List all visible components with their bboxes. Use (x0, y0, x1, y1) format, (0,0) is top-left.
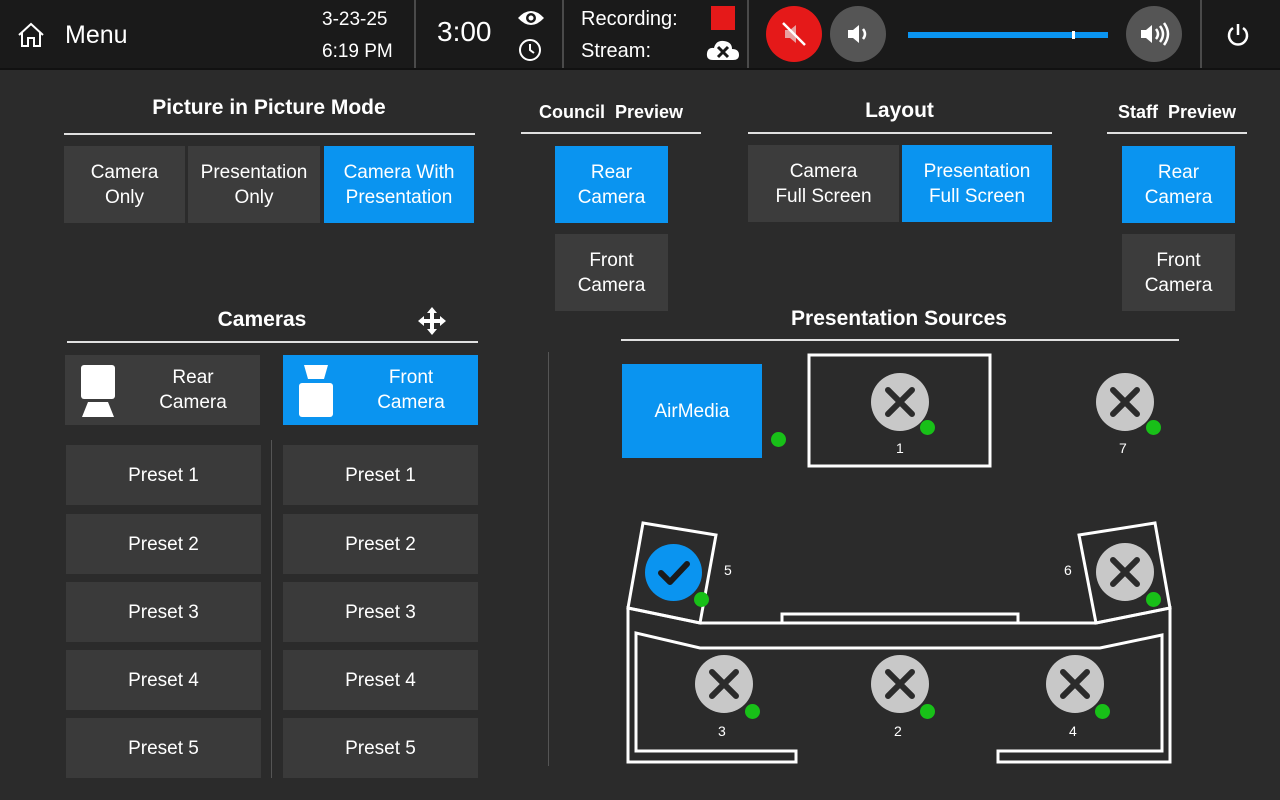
home-icon (18, 22, 44, 47)
presentation-sources-divider (621, 339, 1179, 341)
source-3-number: 3 (718, 723, 726, 739)
x-icon (709, 669, 739, 699)
rear-preset-3-button[interactable]: Preset 3 (66, 582, 261, 642)
speaker-high-icon (1141, 22, 1170, 46)
checkmark-icon (658, 561, 690, 585)
speaker-muted-icon (782, 22, 806, 46)
source-2-status-dot (920, 704, 935, 719)
top-bar: Menu 3-23-25 6:19 PM 3:00 Recording: Str… (0, 0, 1280, 70)
volume-slider-thumb[interactable] (1072, 31, 1075, 39)
pip-divider (64, 133, 475, 135)
staff-preview-divider (1107, 132, 1247, 134)
cameras-divider (67, 341, 478, 343)
rear-preset-2-button[interactable]: Preset 2 (66, 514, 261, 574)
cloud-off-icon (706, 40, 739, 60)
staff-preview-title: Staff Preview (1117, 102, 1237, 122)
source-4-number: 4 (1069, 723, 1077, 739)
source-4-status-dot (1095, 704, 1110, 719)
x-icon (1110, 387, 1140, 417)
power-icon[interactable] (1225, 22, 1251, 48)
timer-text: 3:00 (437, 16, 492, 47)
clock-icon[interactable] (518, 38, 542, 62)
layout-title: Layout (865, 99, 934, 122)
rear-preset-4-button[interactable]: Preset 4 (66, 650, 261, 710)
source-7-button[interactable] (1096, 373, 1154, 431)
x-icon (885, 669, 915, 699)
front-camera-select-button[interactable]: Front Camera (283, 355, 478, 425)
time-text: 6:19 PM (322, 41, 393, 62)
source-4-button[interactable] (1046, 655, 1104, 713)
front-preset-1-button[interactable]: Preset 1 (283, 445, 478, 505)
front-preset-2-button[interactable]: Preset 2 (283, 514, 478, 574)
source-1-number: 1 (896, 440, 904, 456)
pip-title: Picture in Picture Mode (152, 96, 386, 119)
council-preview-divider (521, 132, 701, 134)
pip-presentation-only-button[interactable]: Presentation Only (188, 146, 320, 223)
layout-presentation-full-screen-button[interactable]: Presentation Full Screen (902, 145, 1052, 222)
source-3-status-dot (745, 704, 760, 719)
council-rear-camera-button[interactable]: Rear Camera (555, 146, 668, 223)
staff-front-camera-button[interactable]: Front Camera (1122, 234, 1235, 311)
x-icon (1060, 669, 1090, 699)
x-icon (1110, 557, 1140, 587)
move-arrows-icon[interactable] (416, 305, 448, 337)
mute-button[interactable] (766, 6, 822, 62)
front-preset-3-button[interactable]: Preset 3 (283, 582, 478, 642)
source-6-status-dot (1146, 592, 1161, 607)
section-divider (548, 352, 549, 766)
source-3-button[interactable] (695, 655, 753, 713)
eye-icon[interactable] (516, 8, 546, 28)
source-6-number: 6 (1064, 562, 1072, 578)
camera-back-icon (81, 365, 115, 417)
source-7-number: 7 (1119, 440, 1127, 456)
layout-divider (748, 132, 1052, 134)
source-6-button[interactable] (1096, 543, 1154, 601)
rear-preset-1-button[interactable]: Preset 1 (66, 445, 261, 505)
rear-camera-label: Rear Camera (159, 367, 227, 413)
volume-down-button[interactable] (830, 6, 886, 62)
recording-label: Recording: (581, 8, 678, 30)
volume-slider[interactable] (908, 31, 1108, 39)
source-2-number: 2 (894, 723, 902, 739)
pip-camera-with-presentation-button[interactable]: Camera With Presentation (324, 146, 474, 223)
source-2-button[interactable] (871, 655, 929, 713)
camera-columns-divider (271, 440, 272, 778)
source-7-status-dot (1146, 420, 1161, 435)
home-button[interactable]: Menu (0, 0, 150, 68)
staff-rear-camera-button[interactable]: Rear Camera (1122, 146, 1235, 223)
source-5-number: 5 (724, 562, 732, 578)
front-preset-4-button[interactable]: Preset 4 (283, 650, 478, 710)
rear-camera-select-button[interactable]: Rear Camera (65, 355, 260, 425)
council-preview-title: Council Preview (538, 102, 684, 122)
camera-front-icon (299, 365, 333, 417)
date-text: 3-23-25 (322, 9, 388, 30)
source-5-status-dot (694, 592, 709, 607)
front-camera-label: Front Camera (377, 367, 445, 413)
source-1-status-dot (920, 420, 935, 435)
presentation-sources-title: Presentation Sources (791, 307, 1007, 330)
cameras-title: Cameras (217, 308, 307, 331)
volume-up-button[interactable] (1126, 6, 1182, 62)
recording-status-indicator (711, 6, 735, 30)
stream-label: Stream: (581, 40, 652, 62)
layout-camera-full-screen-button[interactable]: Camera Full Screen (748, 145, 899, 222)
speaker-low-icon (848, 25, 867, 43)
front-preset-5-button[interactable]: Preset 5 (283, 718, 478, 778)
council-front-camera-button[interactable]: Front Camera (555, 234, 668, 311)
menu-label: Menu (65, 21, 128, 49)
source-5-button[interactable] (645, 544, 702, 601)
pip-camera-only-button[interactable]: Camera Only (64, 146, 185, 223)
rear-preset-5-button[interactable]: Preset 5 (66, 718, 261, 778)
